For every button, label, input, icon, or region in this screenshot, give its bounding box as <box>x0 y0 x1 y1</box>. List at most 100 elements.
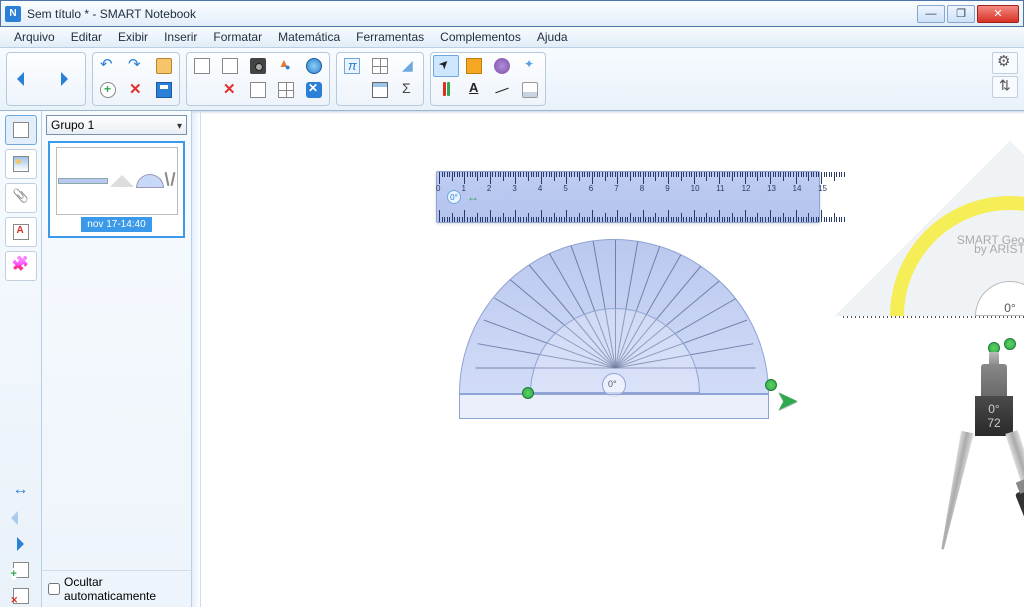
magic-button[interactable] <box>517 55 543 77</box>
fill-button[interactable] <box>461 55 487 77</box>
compass-angle: 0° <box>988 402 999 416</box>
compass-tool[interactable]: 0° 72 ↔ <box>929 346 1024 566</box>
menu-ajuda[interactable]: Ajuda <box>529 27 576 47</box>
compass-top <box>981 364 1007 400</box>
plus-icon <box>100 82 116 98</box>
chevron-down-icon <box>177 118 182 132</box>
ruler-triangle-icon <box>400 58 416 74</box>
sigma-icon <box>400 82 416 98</box>
compass-pencil[interactable]: ↔ <box>1015 486 1024 547</box>
arrow-right-icon <box>57 71 73 87</box>
capture-button[interactable] <box>245 55 271 77</box>
close-button[interactable]: ✕ <box>977 5 1019 23</box>
new-page-button[interactable] <box>95 79 121 101</box>
menu-ferramentas[interactable]: Ferramentas <box>348 27 432 47</box>
rail-next-button[interactable] <box>9 533 33 555</box>
redo-button[interactable] <box>123 55 149 77</box>
menu-inserir[interactable]: Inserir <box>156 27 205 47</box>
add-page-icon <box>13 562 29 578</box>
ruler-tool[interactable]: 0° ↔ 0123456789101112131415 <box>436 171 820 223</box>
menu-arquivo[interactable]: Arquivo <box>6 27 63 47</box>
line-icon <box>494 82 510 98</box>
arrow-left-icon <box>13 510 29 526</box>
tab-attachments[interactable] <box>5 183 37 213</box>
wand-icon <box>522 58 538 74</box>
tab-addons[interactable] <box>5 251 37 281</box>
sidebar-footer: Ocultar automaticamente <box>42 570 191 607</box>
protractor-handle-left[interactable] <box>522 387 534 399</box>
save-icon <box>156 82 172 98</box>
undo-icon <box>100 58 116 74</box>
protractor-angle-arrow[interactable]: ➤ <box>776 384 799 417</box>
compass-radius: 72 <box>987 416 1000 430</box>
undo-button[interactable] <box>95 55 121 77</box>
open-button[interactable] <box>151 55 177 77</box>
move-toolbar-button[interactable] <box>992 76 1018 98</box>
x-red-icon <box>128 82 144 98</box>
minimize-button[interactable]: — <box>917 5 945 23</box>
math-table-button[interactable] <box>367 79 393 101</box>
grid-icon <box>372 58 388 74</box>
canvas[interactable]: 0° ↔ 0123456789101112131415 0° ➤ 0° SMAR… <box>192 111 1024 607</box>
monitor-icon <box>222 58 238 74</box>
smartx-icon <box>306 82 322 98</box>
geodreieck-tool[interactable]: 0° SMART Geodreieck by ARISTO™ <box>835 141 1024 336</box>
tab-properties[interactable] <box>5 217 37 247</box>
group-dropdown[interactable]: Grupo 1 <box>46 115 187 135</box>
ink-button[interactable] <box>489 55 515 77</box>
window-title: Sem título * - SMART Notebook <box>27 7 915 21</box>
present-button[interactable] <box>245 79 271 101</box>
canvas-shadow <box>192 111 1024 114</box>
sigma-button[interactable] <box>395 79 421 101</box>
globe-icon <box>306 58 322 74</box>
menu-formatar[interactable]: Formatar <box>205 27 270 47</box>
menu-complementos[interactable]: Complementos <box>432 27 529 47</box>
menu-editar[interactable]: Editar <box>63 27 110 47</box>
delete-button[interactable] <box>217 79 243 101</box>
screen-shade-button[interactable] <box>189 55 215 77</box>
next-page-button[interactable] <box>47 55 83 103</box>
compass-hinge[interactable]: 0° 72 <box>975 396 1013 436</box>
page-sorter-panel: Grupo 1 nov 17-14:40 Ocultar automaticam… <box>42 111 192 607</box>
gallery-icon <box>13 156 29 172</box>
settings-button[interactable] <box>992 52 1018 74</box>
smartx-button[interactable] <box>301 79 327 101</box>
canvas-left-gutter <box>192 111 201 607</box>
rail-delete-page-button[interactable] <box>9 585 33 607</box>
measure-tools-button[interactable] <box>395 55 421 77</box>
tab-gallery[interactable] <box>5 149 37 179</box>
main-area: Grupo 1 nov 17-14:40 Ocultar automaticam… <box>0 111 1024 607</box>
table-button[interactable] <box>273 79 299 101</box>
doccam-button[interactable] <box>301 55 327 77</box>
select-tool-button[interactable] <box>433 55 459 77</box>
tab-page-sorter[interactable] <box>5 115 37 145</box>
rail-prev-button[interactable] <box>9 507 33 529</box>
graph-grid-button[interactable] <box>367 55 393 77</box>
equation-button[interactable] <box>339 55 365 77</box>
maximize-button[interactable]: ❐ <box>947 5 975 23</box>
compass-leg-needle[interactable] <box>936 431 974 551</box>
delete-page-button[interactable] <box>123 79 149 101</box>
save-button[interactable] <box>151 79 177 101</box>
viewer-button[interactable] <box>217 55 243 77</box>
eraser-button[interactable] <box>517 79 543 101</box>
clip-icon <box>13 190 29 206</box>
page-thumbnail-1[interactable]: nov 17-14:40 <box>48 141 185 238</box>
text-button[interactable] <box>461 79 487 101</box>
geodreieck-baseline <box>843 316 1024 318</box>
prev-page-button[interactable] <box>9 55 45 103</box>
rail-add-page-button[interactable] <box>9 559 33 581</box>
pens-icon <box>438 82 454 98</box>
folder-icon <box>156 58 172 74</box>
menu-exibir[interactable]: Exibir <box>110 27 156 47</box>
toolgroup-math <box>336 52 424 106</box>
hide-auto-checkbox[interactable] <box>48 583 60 595</box>
screen-icon <box>194 58 210 74</box>
menu-matematica[interactable]: Matemática <box>270 27 348 47</box>
pens-button[interactable] <box>433 79 459 101</box>
shapes-button[interactable] <box>273 55 299 77</box>
line-button[interactable] <box>489 79 515 101</box>
page-icon <box>13 122 29 138</box>
protractor-tool[interactable]: 0° ➤ <box>459 239 769 419</box>
rail-move-button[interactable] <box>9 481 33 503</box>
